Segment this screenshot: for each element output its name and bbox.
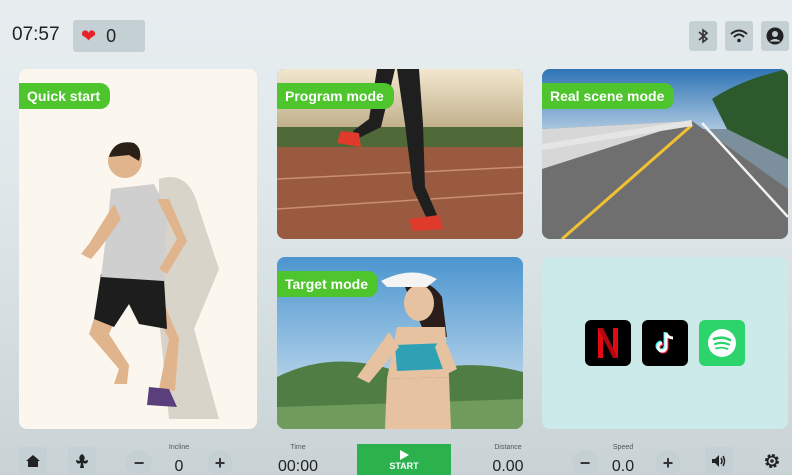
home-button[interactable]	[19, 447, 47, 475]
distance-label: Distance	[494, 444, 522, 451]
account-icon	[766, 27, 784, 45]
program-mode-label: Program mode	[277, 83, 394, 109]
real-scene-mode-label: Real scene mode	[542, 83, 675, 109]
clock: 07:57	[12, 24, 60, 45]
volume-icon	[712, 455, 726, 467]
media-apps-tile	[542, 257, 788, 429]
top-bar: 07:57 ❤ 0	[0, 0, 792, 64]
speed-increase-button[interactable]: +	[655, 450, 681, 475]
heart-rate-chip: ❤ 0	[73, 20, 145, 52]
fan-icon	[76, 454, 88, 468]
incline-label: Incline	[168, 444, 190, 451]
fan-button[interactable]	[68, 447, 96, 475]
quick-start-label: Quick start	[19, 83, 111, 109]
home-icon	[26, 455, 40, 467]
real-scene-mode-tile[interactable]: Real scene mode	[542, 69, 788, 239]
time-label: Time	[290, 444, 306, 451]
distance-value: 0.00	[492, 458, 524, 475]
plus-icon: +	[662, 452, 674, 473]
tiktok-app-button[interactable]	[642, 320, 688, 366]
minus-icon: −	[579, 452, 591, 473]
wifi-icon	[730, 29, 748, 43]
spotify-icon	[708, 329, 736, 357]
netflix-icon	[598, 328, 618, 358]
spotify-app-button[interactable]	[699, 320, 745, 366]
netflix-app-button[interactable]	[585, 320, 631, 366]
incline-increase-button[interactable]: +	[207, 450, 233, 475]
speed-label: Speed	[612, 444, 634, 451]
settings-button[interactable]	[758, 447, 786, 475]
wifi-button[interactable]	[725, 21, 753, 51]
start-label: START	[389, 460, 419, 471]
bluetooth-button[interactable]	[689, 21, 717, 51]
incline-value: 0	[174, 458, 184, 475]
target-mode-tile[interactable]: Target mode	[277, 257, 523, 429]
minus-icon: −	[133, 452, 145, 473]
bluetooth-icon	[698, 28, 709, 44]
tiktok-icon	[655, 332, 674, 354]
heart-icon: ❤	[81, 26, 97, 46]
gear-icon	[765, 454, 779, 468]
start-button[interactable]: START	[357, 444, 451, 475]
target-mode-label: Target mode	[277, 271, 378, 297]
runner-image	[81, 142, 219, 419]
heart-rate-value: 0	[106, 25, 117, 46]
quick-start-tile[interactable]: Quick start	[19, 69, 257, 429]
play-icon	[400, 449, 409, 460]
plus-icon: +	[214, 452, 226, 473]
speed-value: 0.0	[611, 458, 635, 475]
time-value: 00:00	[277, 458, 319, 475]
volume-button[interactable]	[705, 447, 733, 475]
program-mode-tile[interactable]: Program mode	[277, 69, 523, 239]
account-button[interactable]	[761, 21, 789, 51]
